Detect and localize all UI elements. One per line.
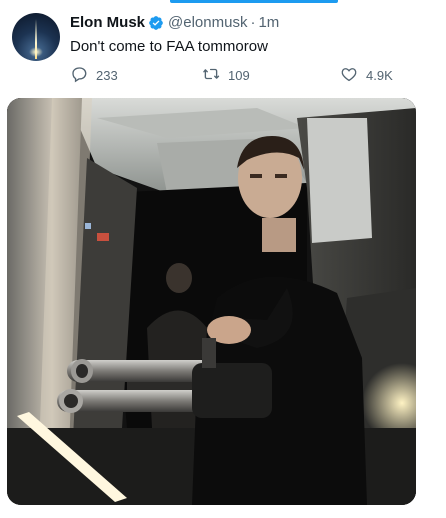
author-handle[interactable]: @elonmusk xyxy=(168,14,247,31)
author-name[interactable]: Elon Musk xyxy=(70,14,145,31)
avatar-rocket-glow xyxy=(29,47,43,57)
active-tab-indicator xyxy=(170,0,338,3)
avatar[interactable] xyxy=(12,13,60,61)
tweet-header: Elon Musk @elonmusk · 1m xyxy=(70,14,279,31)
reply-button[interactable]: 233 xyxy=(70,65,118,86)
retweet-icon xyxy=(202,65,220,86)
like-count: 4.9K xyxy=(366,68,393,83)
like-button[interactable]: 4.9K xyxy=(340,65,393,86)
tweet-text: Don't come to FAA tommorow xyxy=(70,38,268,55)
retweet-count: 109 xyxy=(228,68,250,83)
like-icon xyxy=(340,65,358,86)
tweet-timestamp[interactable]: 1m xyxy=(258,14,279,31)
verified-badge-icon xyxy=(148,15,164,31)
retweet-button[interactable]: 109 xyxy=(202,65,250,86)
header-separator: · xyxy=(250,14,256,31)
tweet-actions: 233 109 4.9K xyxy=(70,65,400,85)
reply-icon xyxy=(70,65,88,86)
tweet-media-photo[interactable] xyxy=(7,98,416,505)
reply-count: 233 xyxy=(96,68,118,83)
